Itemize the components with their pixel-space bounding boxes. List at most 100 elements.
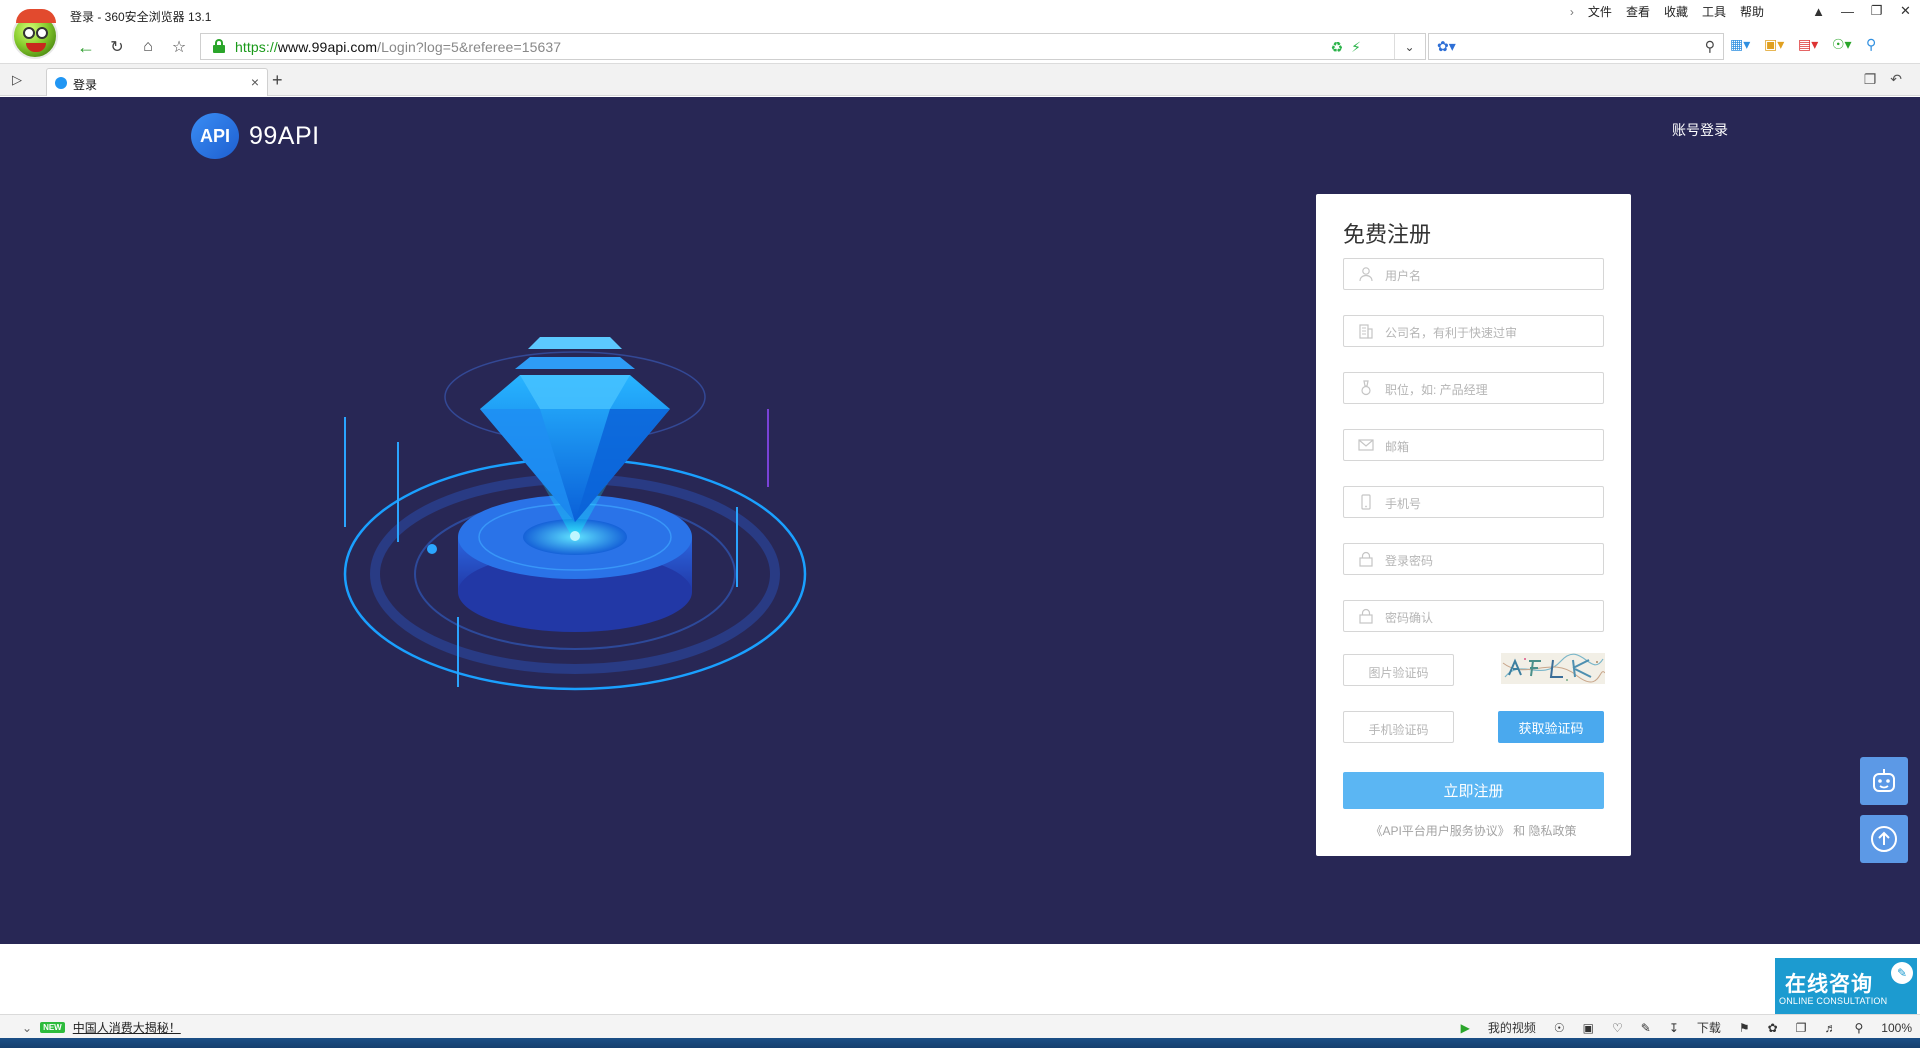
register-submit-button[interactable]: 立即注册 [1343,772,1604,809]
chevron-down-icon[interactable]: ⌄ [22,1021,32,1035]
url-text[interactable]: https://www.99api.com/Login?log=5&refere… [235,39,561,55]
phone-field[interactable]: 手机号 [1343,486,1604,518]
menu-favorites[interactable]: 收藏 [1664,3,1688,20]
back-to-top-button[interactable] [1860,815,1908,863]
register-card: 免费注册 用户名 公司名，有利于快速过审 职位，如: 产品经理 邮箱 手机号 登… [1316,194,1631,856]
translate-icon[interactable]: ▤▾ [1798,36,1826,53]
screenshot-icon[interactable]: ▣▾ [1764,36,1792,53]
close-window-button[interactable]: ✕ [1891,0,1920,22]
refresh-icon[interactable]: ↻ [105,36,129,58]
flag-icon[interactable]: ⚑ [1739,1021,1750,1035]
logo-badge: API [191,113,239,159]
zoom-level[interactable]: 100% [1881,1021,1912,1035]
email-field[interactable]: 邮箱 [1343,429,1604,461]
new-tab-icon[interactable]: + [272,70,283,91]
maximize-button[interactable]: ❐ [1862,0,1891,22]
heart-icon[interactable]: ♡ [1612,1021,1623,1035]
browser-logo-icon [12,9,58,59]
tab-login[interactable]: 登录 × [46,68,268,96]
apps-icon[interactable]: ▦▾ [1730,36,1758,53]
register-title: 免费注册 [1343,222,1432,247]
window-title: 登录 - 360安全浏览器 13.1 [70,10,212,24]
recycle-icon[interactable]: ♻ [1331,39,1344,56]
position-field[interactable]: 职位，如: 产品经理 [1343,372,1604,404]
menu-help[interactable]: 帮助 [1740,3,1764,20]
online-consultation-button[interactable]: 在线咨询 ONLINE CONSULTATION ✎ [1775,958,1917,1014]
back-arrow-icon[interactable]: ← [74,36,98,58]
captcha-image[interactable] [1501,653,1605,684]
new-badge: NEW [40,1022,65,1033]
window-icon[interactable]: ❐ [1796,1021,1807,1035]
shield-icon[interactable]: ☉▾ [1832,36,1860,53]
download-link[interactable]: 下载 [1697,1019,1721,1036]
speaker-icon[interactable]: ♬ [1825,1021,1837,1035]
password-confirm-field[interactable]: 密码确认 [1343,600,1604,632]
pin-icon[interactable]: ✎ [1641,1021,1651,1035]
mail-icon [1358,439,1374,451]
lightning-icon[interactable]: ⚡ [1351,39,1361,56]
my-video-link[interactable]: 我的视频 [1488,1019,1536,1036]
get-code-button[interactable]: 获取验证码 [1498,711,1604,743]
site-logo[interactable]: API 99API [191,113,320,159]
user-icon [1359,267,1373,282]
address-bar[interactable]: https://www.99api.com/Login?log=5&refere… [200,33,1426,60]
sms-code-field[interactable]: 手机验证码 [1343,711,1454,743]
window-controls: ▲ — ❐ ✕ [1804,0,1920,22]
menu-view[interactable]: 查看 [1626,3,1650,20]
position-placeholder: 职位，如: 产品经理 [1385,383,1488,397]
image-code-field[interactable]: 图片验证码 [1343,654,1454,686]
company-field[interactable]: 公司名，有利于快速过审 [1343,315,1604,347]
password-placeholder: 登录密码 [1385,554,1434,568]
hero-diamond-illustration [343,337,807,691]
account-login-link[interactable]: 账号登录 [1672,120,1728,140]
leaf-icon[interactable]: ✿ [1768,1021,1778,1035]
menu-file[interactable]: 文件 [1588,3,1612,20]
robot-icon [1873,769,1895,792]
paw-icon: ✿▾ [1437,38,1456,54]
browser-navbar: ← ↻ ⌂ ☆ https://www.99api.com/Login?log=… [0,30,1920,64]
phone-placeholder: 手机号 [1385,497,1422,511]
username-field[interactable]: 用户名 [1343,258,1604,290]
consult-subtitle: ONLINE CONSULTATION [1779,996,1888,1006]
play-icon[interactable]: ▶ [1461,1021,1470,1035]
consult-title: 在线咨询 [1785,973,1873,996]
service-agreement-link[interactable]: 《API平台用户服务协议》 [1370,824,1509,838]
shirt-icon[interactable]: ▲ [1804,0,1833,22]
arrow-up-icon [1871,826,1897,852]
page-footer-blank [0,944,1920,1014]
sidebar-toggle-icon[interactable]: ▷ [12,72,22,88]
image-icon[interactable]: ▣ [1583,1021,1594,1035]
zoom-icon[interactable]: ⚲ [1855,1021,1864,1035]
tab-label: 登录 [73,78,98,92]
undo-icon[interactable]: ↶ [1890,71,1902,88]
shield-icon[interactable]: ☉ [1554,1021,1565,1035]
lock-icon [1359,551,1373,567]
robot-assistant-button[interactable] [1860,757,1908,805]
status-news-link[interactable]: 中国人消费大揭秘！ [73,1019,181,1036]
page-body: API 99API 账号登录 免费注册 用户名 公司名，有利于快速过审 职位，如… [0,97,1920,944]
minimize-button[interactable]: — [1833,0,1862,22]
password-field[interactable]: 登录密码 [1343,543,1604,575]
building-icon [1359,324,1373,339]
username-placeholder: 用户名 [1385,269,1422,283]
privacy-policy-link[interactable]: 隐私政策 [1529,824,1577,838]
menu-tools[interactable]: 工具 [1702,3,1726,20]
chevron-down-icon[interactable]: ⌄ [1394,34,1424,59]
home-icon[interactable]: ⌂ [136,36,160,58]
download-icon[interactable]: ↧ [1669,1021,1679,1035]
email-placeholder: 邮箱 [1385,440,1410,454]
logo-text: 99API [249,121,320,150]
magnifier-icon[interactable]: ⚲ [1866,36,1894,53]
chevron-right-icon[interactable]: › [1570,5,1574,19]
search-box[interactable]: ✿▾ ⚲ [1428,33,1724,60]
browser-statusbar: ⌄ NEW 中国人消费大揭秘！ ▶ 我的视频 ☉ ▣ ♡ ✎ ↧ 下载 ⚑ ✿ … [0,1014,1920,1038]
sms-code-placeholder: 手机验证码 [1368,723,1429,737]
agreement-conjunction: 和 [1513,824,1526,838]
search-icon[interactable]: ⚲ [1705,38,1715,55]
star-icon[interactable]: ☆ [167,36,191,58]
password-confirm-placeholder: 密码确认 [1385,611,1434,625]
close-tab-icon[interactable]: × [251,74,259,90]
badge-icon [1361,380,1371,396]
company-placeholder: 公司名，有利于快速过审 [1385,326,1518,340]
tab-list-icon[interactable]: ❐ [1864,71,1877,88]
